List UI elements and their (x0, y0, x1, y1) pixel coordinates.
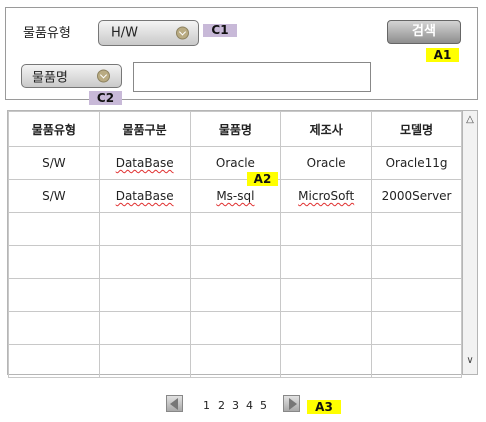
annotation-tag-a2: A2 (247, 172, 278, 186)
page-link[interactable]: 3 (232, 399, 239, 412)
name-field-select[interactable]: 물품명 (21, 64, 122, 88)
table-cell-text: Ms-sql (216, 189, 255, 203)
name-field-value: 물품명 (32, 70, 68, 86)
annotation-tag-c1: C1 (203, 24, 237, 37)
table-row-empty (8, 311, 462, 345)
page-link[interactable]: 5 (260, 399, 267, 412)
annotation-tag-a3: A3 (307, 400, 341, 414)
product-type-select[interactable]: H/W (98, 20, 199, 46)
triangle-right-icon (289, 398, 297, 410)
column-header[interactable]: 모델명 (371, 111, 462, 147)
column-header[interactable]: 물품명 (189, 111, 282, 147)
results-grid: 물품유형 물품구분 물품명 제조사 모델명 S/W DataBase Oracl… (7, 110, 463, 378)
table-cell-text: MicroSoft (298, 189, 355, 203)
table-cell: DataBase (98, 179, 191, 213)
prev-page-button[interactable] (166, 395, 183, 412)
vertical-scrollbar[interactable]: △ ∨ (463, 110, 478, 375)
table-cell: Oracle (280, 146, 373, 180)
next-page-button[interactable] (283, 395, 300, 412)
page-link[interactable]: 2 (218, 399, 225, 412)
table-cell: 2000Server (371, 179, 462, 213)
table-row[interactable]: S/W DataBase Ms-sql MicroSoft 2000Server (8, 179, 462, 213)
table-cell-text: DataBase (115, 156, 174, 170)
table-cell: S/W (8, 146, 100, 180)
table-row-empty (8, 212, 462, 246)
chevron-down-icon (97, 69, 110, 83)
table-row[interactable]: S/W DataBase Oracle Oracle Oracle11g (8, 146, 462, 180)
column-header[interactable]: 물품유형 (8, 111, 100, 147)
table-cell: DataBase (98, 146, 191, 180)
product-name-input[interactable] (133, 62, 371, 92)
scroll-up-icon[interactable]: △ (463, 113, 477, 127)
annotation-tag-a1: A1 (426, 48, 459, 62)
search-button[interactable]: 검색 (387, 20, 461, 44)
page-link[interactable]: 1 (203, 399, 210, 412)
product-type-label: 물품유형 (23, 26, 71, 41)
table-cell: MicroSoft (280, 179, 373, 213)
table-row-empty (8, 344, 462, 378)
column-header[interactable]: 제조사 (280, 111, 373, 147)
chevron-down-icon (176, 26, 189, 40)
table-row-empty (8, 245, 462, 279)
table-cell: Oracle11g (371, 146, 462, 180)
page-link[interactable]: 4 (246, 399, 253, 412)
triangle-left-icon (170, 398, 178, 410)
scroll-down-icon[interactable]: ∨ (463, 354, 477, 368)
table-row-empty (8, 278, 462, 312)
results-table: 물품유형 물품구분 물품명 제조사 모델명 S/W DataBase Oracl… (8, 111, 462, 378)
annotation-tag-c2: C2 (89, 91, 122, 105)
table-cell-text: DataBase (115, 189, 174, 203)
column-header[interactable]: 물품구분 (98, 111, 191, 147)
table-header-row: 물품유형 물품구분 물품명 제조사 모델명 (8, 111, 462, 147)
product-type-value: H/W (111, 25, 139, 41)
table-cell: S/W (8, 179, 100, 213)
